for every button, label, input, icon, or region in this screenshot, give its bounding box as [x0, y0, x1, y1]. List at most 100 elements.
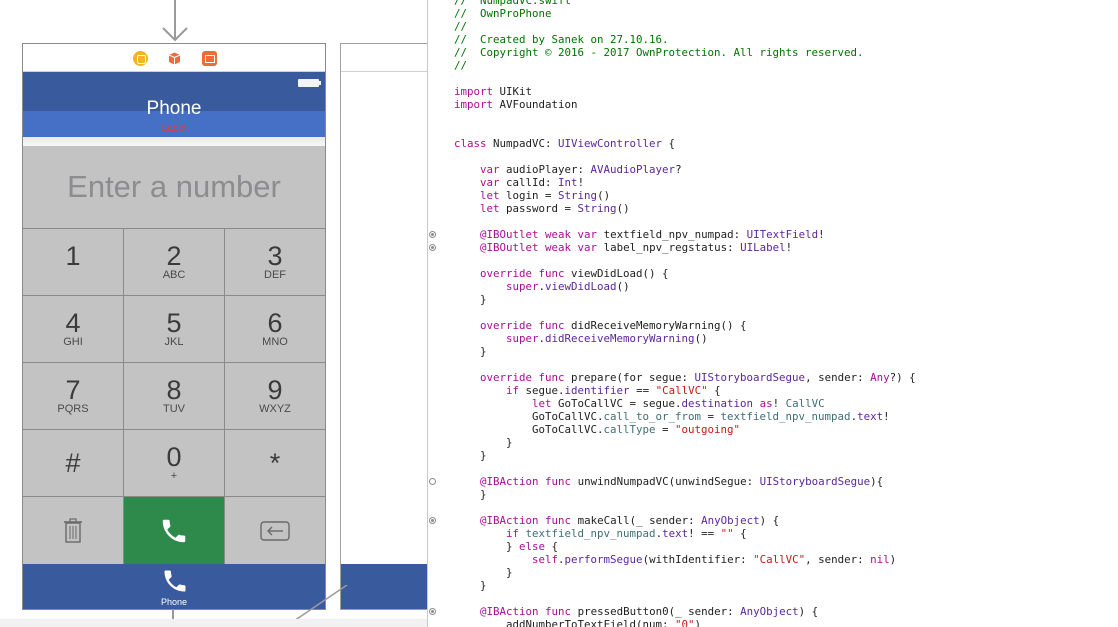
code-token: let: [480, 202, 500, 215]
code-line[interactable]: [454, 72, 1118, 85]
code-line[interactable]: GoToCallVC.callType = "outgoing": [454, 423, 1118, 436]
outlet-connection-icon[interactable]: [429, 608, 436, 615]
code-line[interactable]: override func didReceiveMemoryWarning() …: [454, 319, 1118, 332]
key-1[interactable]: 1: [23, 229, 124, 296]
code-line[interactable]: let login = String(): [454, 189, 1118, 202]
backspace-button[interactable]: [225, 497, 325, 564]
key-3[interactable]: 3 DEF: [225, 229, 325, 296]
code-token: "CallVC": [753, 553, 806, 566]
key-9[interactable]: 9 WXYZ: [225, 363, 325, 430]
code-token: didReceiveMemoryWarning() {: [564, 319, 747, 332]
phone-tab-icon[interactable]: [161, 567, 189, 595]
code-line[interactable]: @IBAction func pressedButton0(_ sender: …: [454, 605, 1118, 618]
code-line[interactable]: let password = String(): [454, 202, 1118, 215]
code-line[interactable]: [454, 150, 1118, 163]
key-star[interactable]: *: [225, 430, 325, 497]
outlet-connection-icon[interactable]: [429, 231, 436, 238]
code-token: var: [480, 163, 500, 176]
code-line[interactable]: }: [454, 345, 1118, 358]
regstatus-label[interactable]: Label: [23, 123, 325, 134]
code-line[interactable]: class NumpadVC: UIViewController {: [454, 137, 1118, 150]
code-line[interactable]: // OwnProPhone: [454, 7, 1118, 20]
view-controller-icon[interactable]: [133, 51, 148, 66]
code-token: login =: [499, 189, 559, 202]
code-line[interactable]: GoToCallVC.call_to_or_from = textfield_n…: [454, 410, 1118, 423]
code-line[interactable]: }: [454, 579, 1118, 592]
code-line[interactable]: @IBOutlet weak var textfield_npv_numpad:…: [454, 228, 1118, 241]
code-line[interactable]: super.didReceiveMemoryWarning(): [454, 332, 1118, 345]
outlet-connection-icon[interactable]: [429, 478, 436, 485]
code-line[interactable]: override func viewDidLoad() {: [454, 267, 1118, 280]
key-4[interactable]: 4 GHI: [23, 296, 124, 363]
code-line[interactable]: addNumberToTextField(num: "0"): [454, 618, 1118, 627]
code-line[interactable]: }: [454, 488, 1118, 501]
second-scene[interactable]: [340, 43, 427, 610]
code-line[interactable]: }: [454, 566, 1118, 579]
code-line[interactable]: //: [454, 20, 1118, 33]
storyboard-canvas[interactable]: Phone Label Enter a number 1 2 ABC 3 DEF 4…: [0, 0, 427, 627]
code-line[interactable]: if segue.identifier == "CallVC" {: [454, 384, 1118, 397]
key-5[interactable]: 5 JKL: [124, 296, 225, 363]
key-2[interactable]: 2 ABC: [124, 229, 225, 296]
call-button[interactable]: [124, 497, 225, 564]
code-line[interactable]: @IBAction func makeCall(_ sender: AnyObj…: [454, 514, 1118, 527]
tab-label-phone[interactable]: Phone: [23, 597, 325, 607]
code-line[interactable]: // Copyright © 2016 - 2017 OwnProtection…: [454, 46, 1118, 59]
code-token: ): [694, 618, 702, 627]
code-line[interactable]: } else {: [454, 540, 1118, 553]
code-token: UIStoryboardSegue: [759, 475, 871, 488]
code-token: addNumberToTextField(num:: [454, 618, 676, 627]
code-line[interactable]: @IBOutlet weak var label_npv_regstatus: …: [454, 241, 1118, 254]
code-line[interactable]: [454, 306, 1118, 319]
number-text-field[interactable]: Enter a number: [23, 146, 325, 229]
code-token: {: [707, 384, 721, 397]
code-line[interactable]: let GoToCallVC = segue.destination as! C…: [454, 397, 1118, 410]
outlet-connection-icon[interactable]: [429, 517, 436, 524]
code-token: viewDidLoad: [545, 280, 617, 293]
first-responder-icon[interactable]: [167, 51, 182, 66]
delete-all-button[interactable]: [23, 497, 124, 564]
code-line[interactable]: import AVFoundation: [454, 98, 1118, 111]
exit-icon[interactable]: [202, 51, 217, 66]
code-line[interactable]: super.viewDidLoad(): [454, 280, 1118, 293]
nav-title: Phone: [146, 98, 202, 119]
code-line[interactable]: [454, 215, 1118, 228]
canvas-bottom-edge: [0, 619, 427, 627]
code-line[interactable]: [454, 358, 1118, 371]
key-hash[interactable]: #: [23, 430, 124, 497]
code-line[interactable]: }: [454, 293, 1118, 306]
code-line[interactable]: [454, 592, 1118, 605]
code-editor[interactable]: // NumpadVC.swift// OwnProPhone//// Crea…: [454, 0, 1118, 627]
code-line[interactable]: override func prepare(for segue: UIStory…: [454, 371, 1118, 384]
code-line[interactable]: [454, 462, 1118, 475]
code-line[interactable]: // NumpadVC.swift: [454, 0, 1118, 7]
outlet-connection-icon[interactable]: [429, 244, 436, 251]
code-line[interactable]: [454, 501, 1118, 514]
code-line[interactable]: // Created by Sanek on 27.10.16.: [454, 33, 1118, 46]
code-token: import: [454, 98, 494, 111]
numpad-scene[interactable]: Phone Label Enter a number 1 2 ABC 3 DEF 4…: [22, 43, 326, 610]
code-line[interactable]: @IBAction func unwindNumpadVC(unwindSegu…: [454, 475, 1118, 488]
code-line[interactable]: [454, 254, 1118, 267]
code-token: callType: [603, 423, 656, 436]
code-token: !: [577, 176, 585, 189]
code-line[interactable]: var callId: Int!: [454, 176, 1118, 189]
code-line[interactable]: self.performSegue(withIdentifier: "CallV…: [454, 553, 1118, 566]
code-line[interactable]: var audioPlayer: AVAudioPlayer?: [454, 163, 1118, 176]
code-line[interactable]: [454, 124, 1118, 137]
key-0[interactable]: 0 +: [124, 430, 225, 497]
code-line[interactable]: //: [454, 59, 1118, 72]
code-line[interactable]: [454, 111, 1118, 124]
code-token: ): [889, 553, 897, 566]
key-8[interactable]: 8 TUV: [124, 363, 225, 430]
code-token: }: [454, 566, 513, 579]
code-line[interactable]: }: [454, 436, 1118, 449]
key-6[interactable]: 6 MNO: [225, 296, 325, 363]
code-line[interactable]: import UIKit: [454, 85, 1118, 98]
key-7[interactable]: 7 PQRS: [23, 363, 124, 430]
code-token: String: [558, 189, 598, 202]
code-line[interactable]: if textfield_npv_numpad.text! == "" {: [454, 527, 1118, 540]
code-line[interactable]: }: [454, 449, 1118, 462]
